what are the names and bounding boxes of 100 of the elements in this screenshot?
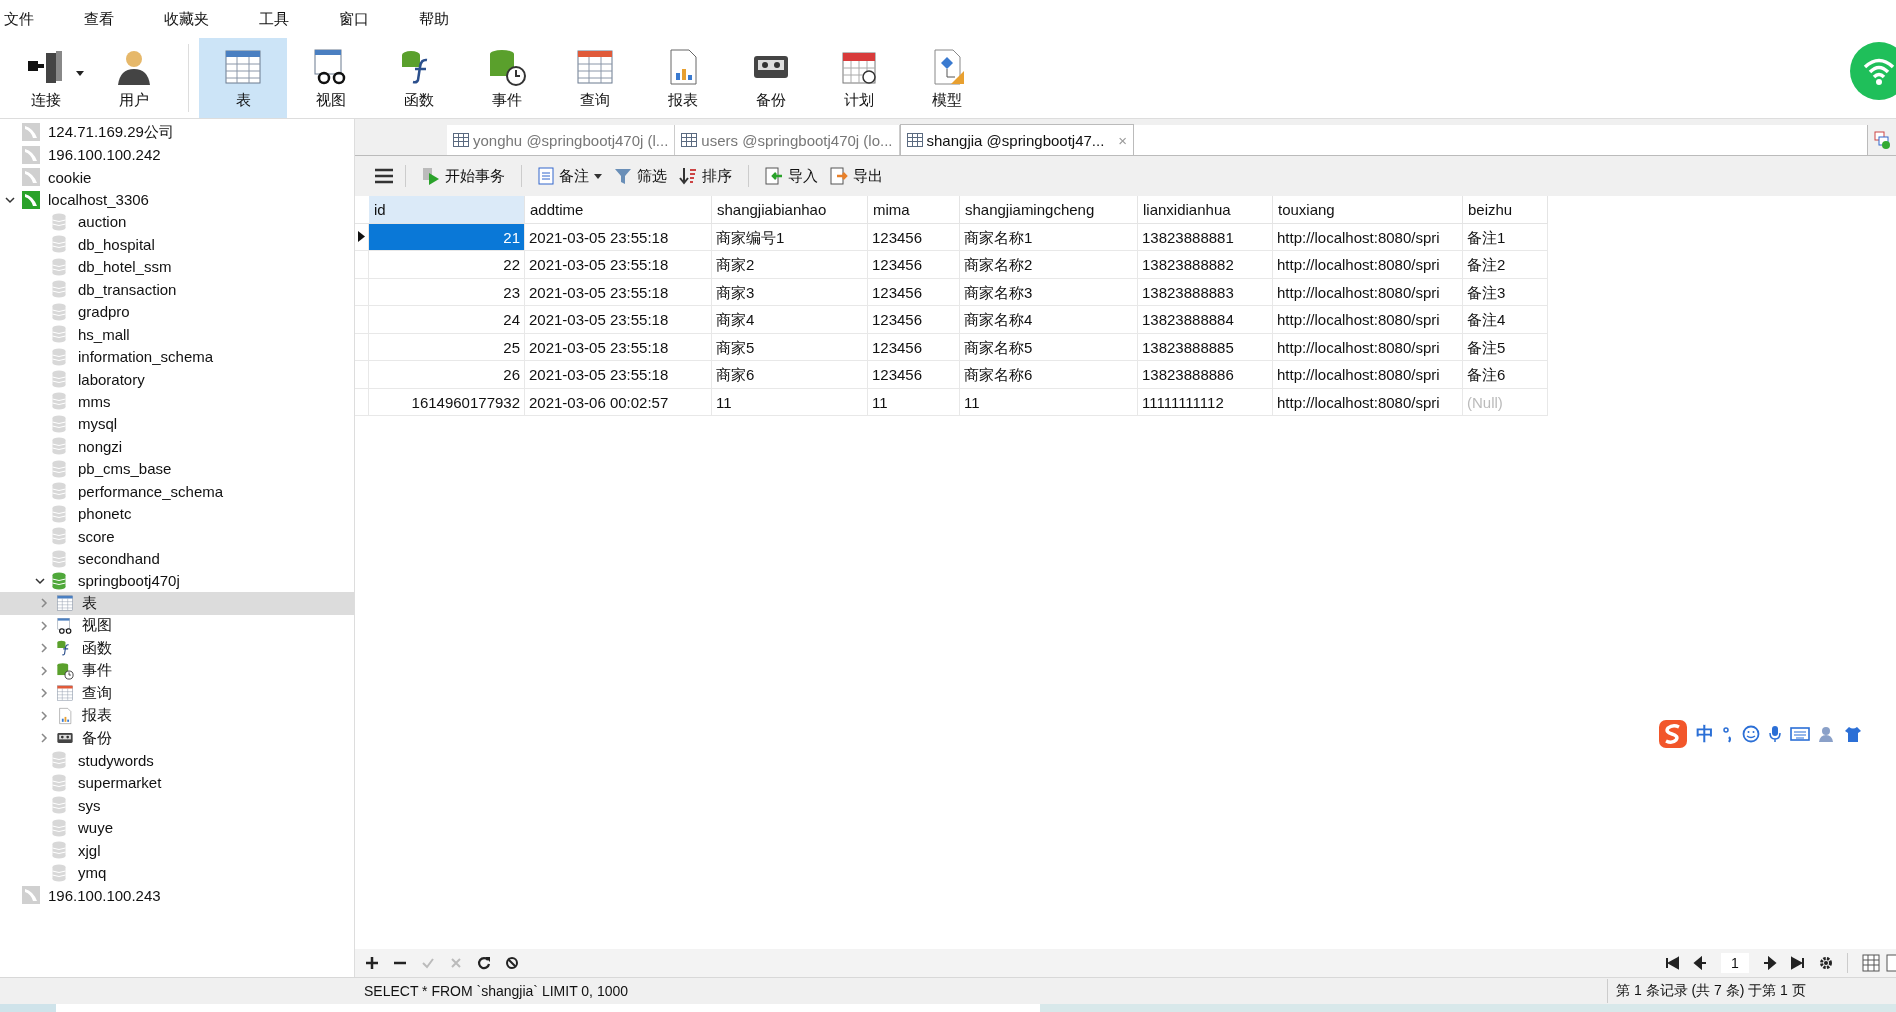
- toolbar-button[interactable]: 开始事务: [418, 166, 509, 186]
- tree-item[interactable]: 备份: [0, 726, 354, 750]
- column-header[interactable]: shangjiabianhao: [712, 196, 868, 224]
- check-icon[interactable]: [421, 956, 435, 970]
- menu-item[interactable]: 文件: [4, 9, 54, 29]
- chevron-right-icon[interactable]: [38, 597, 50, 610]
- stop-icon[interactable]: [505, 956, 519, 970]
- first-page-icon[interactable]: [1665, 956, 1679, 970]
- chevron-right-icon[interactable]: [38, 687, 50, 700]
- smiley-icon[interactable]: [1742, 725, 1760, 743]
- grid-view-icon[interactable]: [1862, 954, 1880, 972]
- input-mode-toggle[interactable]: 中: [1696, 722, 1714, 746]
- toolbar-button[interactable]: 报表: [639, 38, 727, 118]
- tree-item[interactable]: hs_mall: [0, 322, 354, 346]
- column-header[interactable]: id: [369, 196, 525, 224]
- shirt-icon[interactable]: [1844, 725, 1862, 743]
- tree-item[interactable]: sys: [0, 794, 354, 817]
- toolbar-button[interactable]: 表: [199, 38, 287, 118]
- tree-item[interactable]: 函数: [0, 637, 354, 660]
- tree-item[interactable]: phonetc: [0, 502, 354, 525]
- tree-item[interactable]: cookie: [0, 165, 354, 189]
- toolbar-button[interactable]: 筛选: [610, 166, 671, 186]
- tree-item[interactable]: gradpro: [0, 300, 354, 323]
- person-icon[interactable]: [1818, 725, 1836, 743]
- tree-item[interactable]: springbootj470j: [0, 569, 354, 593]
- menu-icon[interactable]: [375, 168, 393, 184]
- toolbar-button[interactable]: 导入: [761, 166, 822, 186]
- toolbar-button[interactable]: 事件: [463, 38, 551, 118]
- chevron-right-icon[interactable]: [38, 664, 50, 677]
- tree-item[interactable]: db_hotel_ssm: [0, 255, 354, 279]
- menu-item[interactable]: 工具: [259, 9, 309, 29]
- chevron-right-icon[interactable]: [38, 619, 50, 632]
- tree-item[interactable]: 196.100.100.242: [0, 143, 354, 166]
- menu-item[interactable]: 帮助: [419, 9, 469, 29]
- tree-item[interactable]: performance_schema: [0, 480, 354, 503]
- tree-item[interactable]: 表: [0, 592, 354, 615]
- page-field[interactable]: 1: [1721, 953, 1749, 973]
- tab[interactable]: yonghu @springbootj470j (l...: [447, 125, 676, 155]
- toolbar-button[interactable]: 导出: [826, 166, 887, 186]
- tree-item[interactable]: 视图: [0, 614, 354, 638]
- tree-item[interactable]: db_hospital: [0, 233, 354, 256]
- column-header[interactable]: beizhu: [1463, 196, 1548, 224]
- dropdown-caret-icon[interactable]: [594, 173, 602, 179]
- column-header[interactable]: mima: [868, 196, 960, 224]
- dropdown-caret-icon[interactable]: [76, 70, 84, 76]
- refresh-icon[interactable]: [477, 956, 491, 970]
- tree-item[interactable]: mms: [0, 390, 354, 413]
- tree-item[interactable]: mysql: [0, 412, 354, 436]
- toolbar-button[interactable]: 函数: [375, 38, 463, 118]
- toolbar-button[interactable]: 查询: [551, 38, 639, 118]
- chevron-right-icon[interactable]: [38, 642, 50, 655]
- toolbar-button[interactable]: 备份: [727, 38, 815, 118]
- tree-item[interactable]: localhost_3306: [0, 188, 354, 211]
- column-header[interactable]: addtime: [525, 196, 712, 224]
- menu-item[interactable]: 收藏夹: [164, 9, 229, 29]
- tab[interactable]: shangjia @springbootj47... ×: [899, 124, 1135, 155]
- toolbar-button[interactable]: 排序: [675, 166, 736, 186]
- tree-item[interactable]: laboratory: [0, 367, 354, 391]
- tree-item[interactable]: nongzi: [0, 435, 354, 458]
- tree-item[interactable]: score: [0, 524, 354, 548]
- toolbar-button[interactable]: 连接: [2, 38, 90, 118]
- tree-item[interactable]: xjgl: [0, 839, 354, 862]
- tree-item[interactable]: information_schema: [0, 345, 354, 368]
- tree-item[interactable]: wuye: [0, 816, 354, 839]
- add-icon[interactable]: [365, 956, 379, 970]
- toolbar-button[interactable]: 用户: [90, 38, 178, 118]
- tab[interactable]: users @springbootj470j (lo...: [675, 125, 900, 155]
- punctuation-icon[interactable]: [1722, 725, 1734, 743]
- last-page-icon[interactable]: [1791, 956, 1805, 970]
- column-header[interactable]: lianxidianhua: [1138, 196, 1273, 224]
- previous-page-icon[interactable]: [1693, 956, 1707, 970]
- toolbar-button[interactable]: 视图: [287, 38, 375, 118]
- form-view-icon[interactable]: [1886, 954, 1896, 972]
- tree-item[interactable]: 124.71.169.29公司: [0, 121, 354, 144]
- toolbar-button[interactable]: 计划: [815, 38, 903, 118]
- tree-item[interactable]: supermarket: [0, 771, 354, 795]
- tree-item[interactable]: db_transaction: [0, 278, 354, 301]
- tree-item[interactable]: 196.100.100.243: [0, 883, 354, 907]
- tree-item[interactable]: secondhand: [0, 547, 354, 570]
- chevron-right-icon[interactable]: [38, 709, 50, 722]
- tree-item[interactable]: 事件: [0, 659, 354, 682]
- tree-item[interactable]: studywords: [0, 749, 354, 772]
- tree-item[interactable]: pb_cms_base: [0, 457, 354, 480]
- new-tab-icon[interactable]: [1874, 131, 1890, 149]
- menu-item[interactable]: 查看: [84, 9, 134, 29]
- column-header[interactable]: touxiang: [1273, 196, 1463, 224]
- tree-item[interactable]: 查询: [0, 681, 354, 705]
- toolbar-button[interactable]: 模型: [903, 38, 991, 118]
- ime-logo-icon[interactable]: [1658, 719, 1688, 749]
- tree-item[interactable]: 报表: [0, 704, 354, 727]
- toolbar-button[interactable]: 备注: [534, 166, 606, 186]
- chevron-right-icon[interactable]: [38, 732, 50, 745]
- wifi-button[interactable]: [1850, 42, 1896, 100]
- settings-icon[interactable]: [1819, 956, 1833, 970]
- tree-item[interactable]: auction: [0, 210, 354, 234]
- tree-item[interactable]: ymq: [0, 861, 354, 884]
- next-page-icon[interactable]: [1763, 956, 1777, 970]
- keyboard-icon[interactable]: [1790, 726, 1810, 742]
- menu-item[interactable]: 窗口: [339, 9, 389, 29]
- microphone-icon[interactable]: [1768, 725, 1782, 743]
